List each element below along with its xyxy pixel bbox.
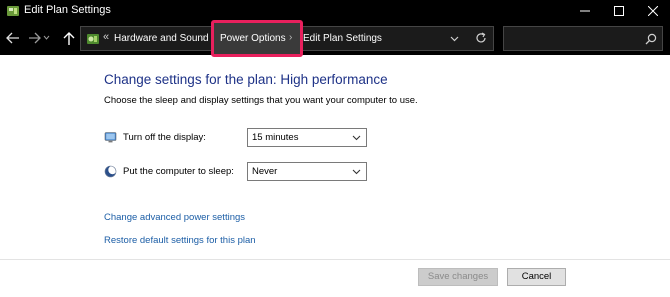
breadcrumb-hardware-and-sound[interactable]: Hardware and Sound [114,33,209,44]
sleep-timeout-label: Put the computer to sleep: [123,166,234,177]
moon-icon [104,165,117,178]
refresh-icon[interactable] [475,32,487,44]
chevron-down-icon[interactable] [450,34,459,43]
minimize-icon [580,10,590,12]
breadcrumb-power-options[interactable]: Power Options [220,33,286,44]
maximize-button[interactable] [602,0,636,22]
page-title: Change settings for the plan: High perfo… [104,72,388,87]
close-icon [648,6,658,16]
chevron-down-icon [352,135,361,141]
save-changes-button[interactable]: Save changes [418,268,498,286]
arrow-left-icon [6,32,19,44]
search-box[interactable] [503,26,663,51]
arrow-up-icon [63,32,75,45]
breadcrumb-overflow[interactable]: « [103,31,109,43]
chevron-down-icon [352,169,361,175]
display-timeout-label: Turn off the display: [123,132,206,143]
display-timeout-row: Turn off the display: 15 minutes [104,128,404,148]
page-description: Choose the sleep and display settings th… [104,95,418,106]
forward-button[interactable] [28,30,50,46]
display-timeout-select[interactable]: 15 minutes [247,128,367,147]
control-panel-icon [87,34,99,44]
up-button[interactable] [63,30,79,46]
control-panel-icon [7,6,19,16]
sleep-timeout-value: Never [252,166,278,177]
breadcrumb-separator[interactable]: › [289,32,292,43]
title-bar: Edit Plan Settings [0,0,670,22]
maximize-icon [614,6,624,16]
advanced-settings-link[interactable]: Change advanced power settings [104,212,245,223]
cancel-button[interactable]: Cancel [507,268,566,286]
navigation-bar: « Hardware and Sound › Power Options › E… [0,20,670,57]
address-bar[interactable]: « Hardware and Sound › Power Options › E… [80,20,494,57]
arrow-right-icon [29,32,50,44]
breadcrumb-separator[interactable]: › [202,32,205,43]
close-button[interactable] [636,0,670,22]
footer-divider [0,259,670,260]
display-timeout-value: 15 minutes [252,132,299,143]
search-icon [645,33,657,45]
monitor-icon [104,132,117,143]
sleep-timeout-select[interactable]: Never [247,162,367,181]
search-input[interactable] [508,31,642,48]
back-button[interactable] [6,30,22,46]
sleep-timeout-row: Put the computer to sleep: Never [104,162,404,182]
breadcrumb-edit-plan-settings[interactable]: Edit Plan Settings [303,33,382,44]
window-title: Edit Plan Settings [24,4,111,16]
restore-defaults-link[interactable]: Restore default settings for this plan [104,235,256,246]
minimize-button[interactable] [568,0,602,22]
